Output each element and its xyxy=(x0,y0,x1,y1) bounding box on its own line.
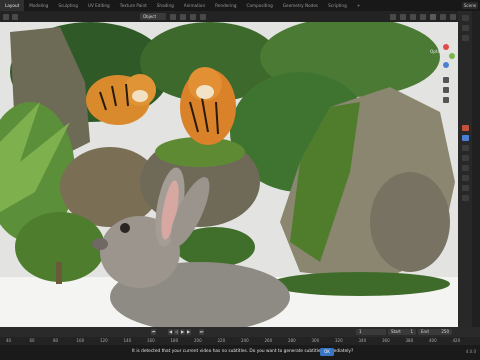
scene-render xyxy=(0,22,458,327)
version-label: 4.0.0 xyxy=(465,349,476,354)
workspace-tab[interactable]: Compositing xyxy=(242,0,278,11)
render-properties-icon[interactable] xyxy=(462,25,469,31)
workspace-tabs: Layout Modeling Sculpting UV Editing Texture… xyxy=(0,0,365,11)
end-label: End xyxy=(421,329,429,334)
particles-properties-icon[interactable] xyxy=(462,145,469,151)
current-frame-field[interactable]: 1 xyxy=(356,329,386,335)
play-icon[interactable]: ▶ xyxy=(180,329,185,335)
workspace-tab[interactable]: Layout xyxy=(0,0,25,11)
xray-icon[interactable] xyxy=(420,13,426,20)
end-value: 250 xyxy=(441,329,449,334)
workspace-tab[interactable]: Sculpting xyxy=(53,0,83,11)
ruler-tick-label: 420 xyxy=(452,338,461,343)
material-shading-icon[interactable] xyxy=(440,13,446,20)
gizmo-z-axis[interactable] xyxy=(443,62,449,68)
ruler-tick-label: 140 xyxy=(123,338,132,343)
workspace-tab[interactable]: Modeling xyxy=(24,0,53,11)
visibility-icon[interactable] xyxy=(390,13,396,20)
solid-shading-icon[interactable] xyxy=(430,13,436,20)
jump-start-icon[interactable]: ⏮ xyxy=(151,329,156,335)
ok-button[interactable]: OK xyxy=(320,348,334,356)
options-menu[interactable]: Options xyxy=(430,49,446,54)
workspace-tab[interactable]: Texture Paint xyxy=(115,0,152,11)
workspace-tab[interactable]: Animation xyxy=(179,0,210,11)
ruler-tick-label: 360 xyxy=(382,338,390,343)
start-value: 1 xyxy=(410,329,413,334)
object-mode-select[interactable]: Object xyxy=(140,13,166,20)
camera-view-icon[interactable] xyxy=(443,97,449,103)
object-properties-icon[interactable] xyxy=(462,125,469,131)
jump-next-icon[interactable]: ▶ xyxy=(186,329,191,335)
ruler-tick-label: 40 xyxy=(6,338,12,343)
tool-icon[interactable] xyxy=(462,15,469,21)
zoom-icon[interactable] xyxy=(443,77,449,83)
workspace-tab[interactable]: UV Editing xyxy=(83,0,115,11)
ruler-tick-label: 60 xyxy=(29,338,35,343)
ruler-tick-label: 120 xyxy=(100,338,108,343)
gizmo-toggle-icon[interactable] xyxy=(400,13,406,20)
ruler-tick-label: 280 xyxy=(288,338,296,343)
pivot-icon[interactable] xyxy=(180,13,186,20)
view-menu-icon[interactable] xyxy=(12,13,18,20)
ruler-tick-label: 180 xyxy=(170,338,179,343)
workspace-tab[interactable]: Geometry Nodes xyxy=(278,0,323,11)
jump-end-icon[interactable]: ⏭ xyxy=(199,329,204,335)
timeline-ruler[interactable]: 40 60 80 100 120 140 160 180 200 220 240 260 280 300 3… xyxy=(0,337,480,345)
ruler-tick-label: 220 xyxy=(217,338,226,343)
gizmo-x-axis[interactable] xyxy=(443,44,449,50)
ruler-tick-label: 400 xyxy=(429,338,437,343)
constraints-properties-icon[interactable] xyxy=(462,165,469,171)
ruler-tick-label: 240 xyxy=(241,338,249,343)
workspace-tab-bar: Layout Modeling Sculpting UV Editing Texture… xyxy=(0,0,480,11)
ruler-tick-label: 160 xyxy=(147,338,155,343)
modifier-properties-icon[interactable] xyxy=(462,135,469,141)
workspace-tab[interactable]: Rendering xyxy=(210,0,241,11)
workspace-tab[interactable]: Shading xyxy=(152,0,179,11)
ruler-tick-label: 380 xyxy=(405,338,414,343)
texture-properties-icon[interactable] xyxy=(462,195,469,201)
ruler-tick-label: 200 xyxy=(194,338,202,343)
start-frame-field[interactable]: Start 1 xyxy=(388,329,416,335)
snap-icon[interactable] xyxy=(190,13,196,20)
play-reverse-icon[interactable]: ◁ xyxy=(174,329,179,335)
rendered-shading-icon[interactable] xyxy=(450,13,456,20)
physics-properties-icon[interactable] xyxy=(462,155,469,161)
pan-icon[interactable] xyxy=(443,87,449,93)
ruler-tick-label: 80 xyxy=(53,338,59,343)
gizmo-y-axis[interactable] xyxy=(449,53,455,59)
workspace-tab[interactable]: + xyxy=(352,0,366,11)
ruler-tick-label: 300 xyxy=(311,338,320,343)
ruler-tick-label: 260 xyxy=(264,338,273,343)
material-properties-icon[interactable] xyxy=(462,185,469,191)
scene-selector[interactable]: Scene xyxy=(462,2,478,9)
end-frame-field[interactable]: End 250 xyxy=(418,329,452,335)
overlay-toggle-icon[interactable] xyxy=(410,13,416,20)
timeline-header: ⏮ ◀ ◁ ▶ ▶ ⏭ 1 Start 1 End 250 xyxy=(0,327,480,337)
viewport-header: Object xyxy=(0,11,458,22)
transform-orientation-icon[interactable] xyxy=(170,13,176,20)
status-bar: It is detected that your current video h… xyxy=(0,345,480,360)
ruler-tick-label: 340 xyxy=(358,338,367,343)
properties-tabs xyxy=(458,11,480,327)
workspace-tab[interactable]: Scripting xyxy=(323,0,352,11)
output-properties-icon[interactable] xyxy=(462,35,469,41)
editor-type-icon[interactable] xyxy=(3,13,9,20)
start-label: Start xyxy=(391,329,401,334)
proportional-edit-icon[interactable] xyxy=(200,13,206,20)
ruler-tick-label: 100 xyxy=(76,338,85,343)
ruler-tick-label: 320 xyxy=(335,338,343,343)
data-properties-icon[interactable] xyxy=(462,175,469,181)
jump-prev-icon[interactable]: ◀ xyxy=(168,329,173,335)
3d-viewport[interactable]: Options xyxy=(0,22,458,327)
